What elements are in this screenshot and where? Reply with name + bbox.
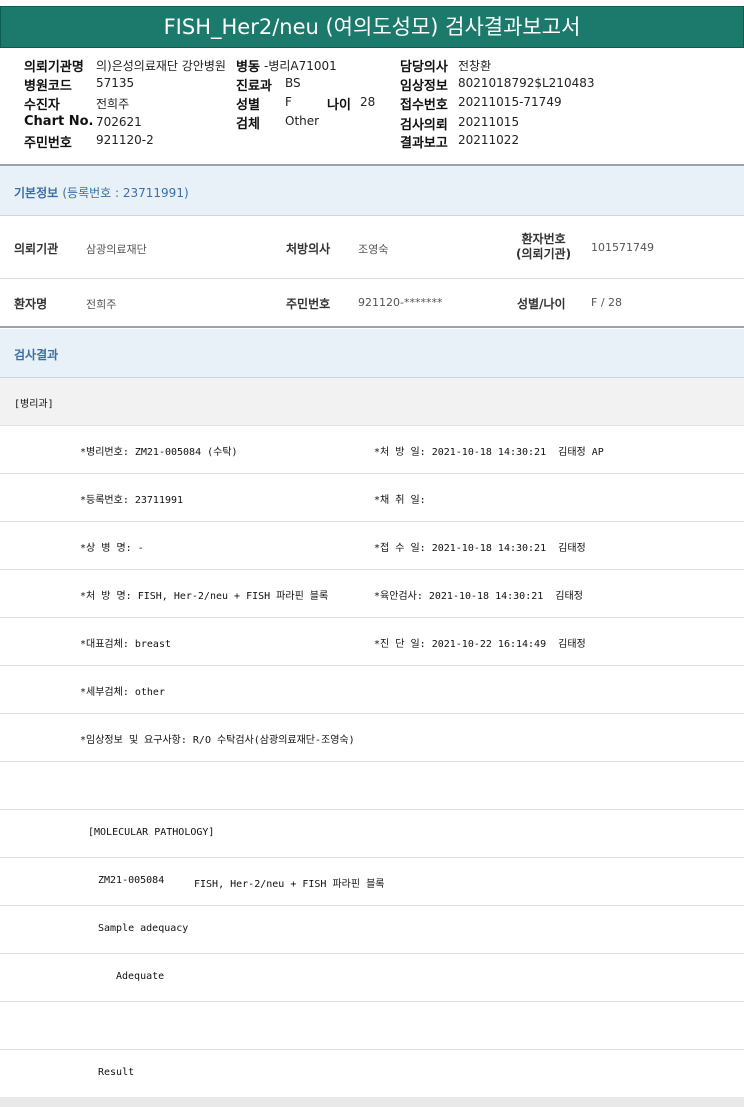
dept-label: 진료과 bbox=[236, 79, 272, 94]
patient-number-value: 101571749 bbox=[591, 241, 654, 254]
clinical-label: 임상정보 bbox=[400, 79, 448, 94]
field-row: *대표검체: breast *진 단 일: 2021-10-22 16:14:4… bbox=[0, 618, 744, 666]
field-row: *처 방 명: FISH, Her-2/neu + FISH 파라핀 블록 *육… bbox=[0, 570, 744, 618]
sample-adequacy-value: Adequate bbox=[116, 971, 165, 982]
receipt-no-value: 20211015-71749 bbox=[458, 95, 562, 109]
department-line: [병리과] bbox=[14, 399, 54, 410]
patient-name-value: 전희주 bbox=[86, 298, 117, 311]
result-body: [병리과] *병리번호: ZM21-005084 (수탁) *처 방 일: 20… bbox=[0, 378, 744, 1107]
sample-adequacy-row: Sample adequacy bbox=[0, 906, 744, 954]
blank-row bbox=[0, 1002, 744, 1050]
sex-label: 성별 bbox=[236, 98, 260, 113]
ward-label: 병동 bbox=[236, 60, 260, 75]
hospital-code-value: 57135 bbox=[96, 76, 135, 90]
detail-specimen: *세부검체: other bbox=[80, 687, 165, 698]
patient-label: 수진자 bbox=[24, 98, 60, 113]
department-row: [병리과] bbox=[0, 378, 744, 426]
patient-number-label-line1: 환자번호 bbox=[521, 232, 566, 246]
institution-label: 의뢰기관명 bbox=[24, 60, 84, 75]
result-label-row: Result bbox=[0, 1050, 744, 1098]
doctor-value: 전창환 bbox=[458, 59, 492, 73]
representative-specimen: *대표검체: breast bbox=[80, 639, 171, 650]
patient-name-label: 환자명 bbox=[14, 297, 48, 311]
field-row: *임상정보 및 요구사항: R/O 수탁검사(삼광의료재단-조영숙) bbox=[0, 714, 744, 762]
bottom-scroll-strip bbox=[0, 1097, 744, 1107]
case-row: ZM21-005084 FISH, Her-2/neu + FISH 파라핀 블… bbox=[0, 858, 744, 906]
diagnosis-date: *진 단 일: 2021-10-22 16:14:49 김태정 bbox=[374, 639, 586, 650]
doctor-label: 담당의사 bbox=[400, 60, 448, 75]
field-row: *세부검체: other bbox=[0, 666, 744, 714]
collection-date: *채 취 일: bbox=[374, 495, 426, 506]
diagnosis-name: *상 병 명: - bbox=[80, 543, 144, 554]
ward-value: -병리A71001 bbox=[264, 59, 337, 73]
molecular-heading: [MOLECULAR PATHOLOGY] bbox=[88, 827, 215, 838]
hospital-code-label: 병원코드 bbox=[24, 79, 72, 94]
request-date-value: 20211015 bbox=[458, 115, 520, 129]
order-name: *처 방 명: FISH, Her-2/neu + FISH 파라핀 블록 bbox=[80, 591, 329, 602]
specimen-label: 검체 bbox=[236, 117, 260, 132]
specimen-value: Other bbox=[285, 114, 320, 128]
sex-age-value: F / 28 bbox=[591, 296, 623, 309]
report-date-value: 20211022 bbox=[458, 133, 520, 147]
patient-number-label: 환자번호 (의뢰기관) bbox=[516, 232, 571, 262]
receipt-date: *접 수 일: 2021-10-18 14:30:21 김태정 bbox=[374, 543, 586, 554]
report-date-label: 결과보고 bbox=[400, 136, 448, 151]
chart-no-label: Chart No. bbox=[24, 114, 94, 129]
order-date: *처 방 일: 2021-10-18 14:30:21 김태정 AP bbox=[374, 447, 604, 458]
clinical-request: *임상정보 및 요구사항: R/O 수탁검사(삼광의료재단-조영숙) bbox=[80, 735, 355, 746]
case-test: FISH, Her-2/neu + FISH 파라핀 블록 bbox=[194, 879, 385, 890]
dept-value: BS bbox=[285, 76, 301, 90]
resident-id-value: 921120-2 bbox=[96, 133, 154, 147]
gross-exam-date: *육안검사: 2021-10-18 14:30:21 김태정 bbox=[374, 591, 583, 602]
age-value: 28 bbox=[360, 95, 376, 109]
sex-value: F bbox=[285, 95, 292, 109]
report-title: FISH_Her2/neu (여의도성모) 검사결과보고서 bbox=[0, 6, 744, 48]
clinical-value: 8021018792$L210483 bbox=[458, 76, 595, 90]
prescribing-doctor-value: 조영숙 bbox=[358, 243, 389, 256]
basic-info-row-2: 환자명 전희주 주민번호 921120-******* 성별/나이 F / 28 bbox=[0, 279, 744, 328]
resident-number-label: 주민번호 bbox=[286, 297, 331, 311]
pathology-number: *병리번호: ZM21-005084 (수탁) bbox=[80, 447, 238, 458]
basic-info-row-1: 의뢰기관 삼광의료재단 처방의사 조영숙 환자번호 (의뢰기관) 1015717… bbox=[0, 216, 744, 279]
institution-value: 의)은성의료재단 강안병원 bbox=[96, 59, 226, 73]
case-id: ZM21-005084 bbox=[98, 875, 165, 886]
result-header: 검사결과 bbox=[0, 329, 744, 378]
requesting-institution-value: 삼광의료재단 bbox=[86, 243, 147, 256]
resident-number-value: 921120-******* bbox=[358, 296, 443, 309]
sample-adequacy-label: Sample adequacy bbox=[98, 923, 189, 934]
sex-age-label: 성별/나이 bbox=[517, 297, 566, 311]
age-label: 나이 bbox=[327, 98, 351, 113]
chart-no-value: 702621 bbox=[96, 115, 142, 129]
patient-value: 전희주 bbox=[96, 97, 130, 111]
blank-row bbox=[0, 762, 744, 810]
request-date-label: 검사의뢰 bbox=[400, 118, 448, 133]
resident-id-label: 주민번호 bbox=[24, 136, 72, 151]
field-row: *병리번호: ZM21-005084 (수탁) *처 방 일: 2021-10-… bbox=[0, 426, 744, 474]
registration-number: (등록번호 : 23711991) bbox=[62, 186, 189, 200]
result-label: Result bbox=[98, 1067, 135, 1078]
patient-number-label-line2: (의뢰기관) bbox=[516, 247, 572, 261]
field-row: *등록번호: 23711991 *채 취 일: bbox=[0, 474, 744, 522]
basic-info-header: 기본정보 (등록번호 : 23711991) bbox=[0, 166, 744, 216]
result-heading: 검사결과 bbox=[14, 348, 59, 362]
prescribing-doctor-label: 처방의사 bbox=[286, 242, 331, 256]
field-row: *상 병 명: - *접 수 일: 2021-10-18 14:30:21 김태… bbox=[0, 522, 744, 570]
receipt-no-label: 접수번호 bbox=[400, 98, 448, 113]
registration-line: *등록번호: 23711991 bbox=[80, 495, 184, 506]
sample-adequacy-value-row: Adequate bbox=[0, 954, 744, 1002]
requesting-institution-label: 의뢰기관 bbox=[14, 242, 59, 256]
basic-info-heading: 기본정보 (등록번호 : 23711991) bbox=[14, 186, 189, 200]
report-header: 의뢰기관명 의)은성의료재단 강안병원 병동 -병리A71001 담당의사 전창… bbox=[0, 52, 744, 152]
molecular-heading-row: [MOLECULAR PATHOLOGY] bbox=[0, 810, 744, 858]
